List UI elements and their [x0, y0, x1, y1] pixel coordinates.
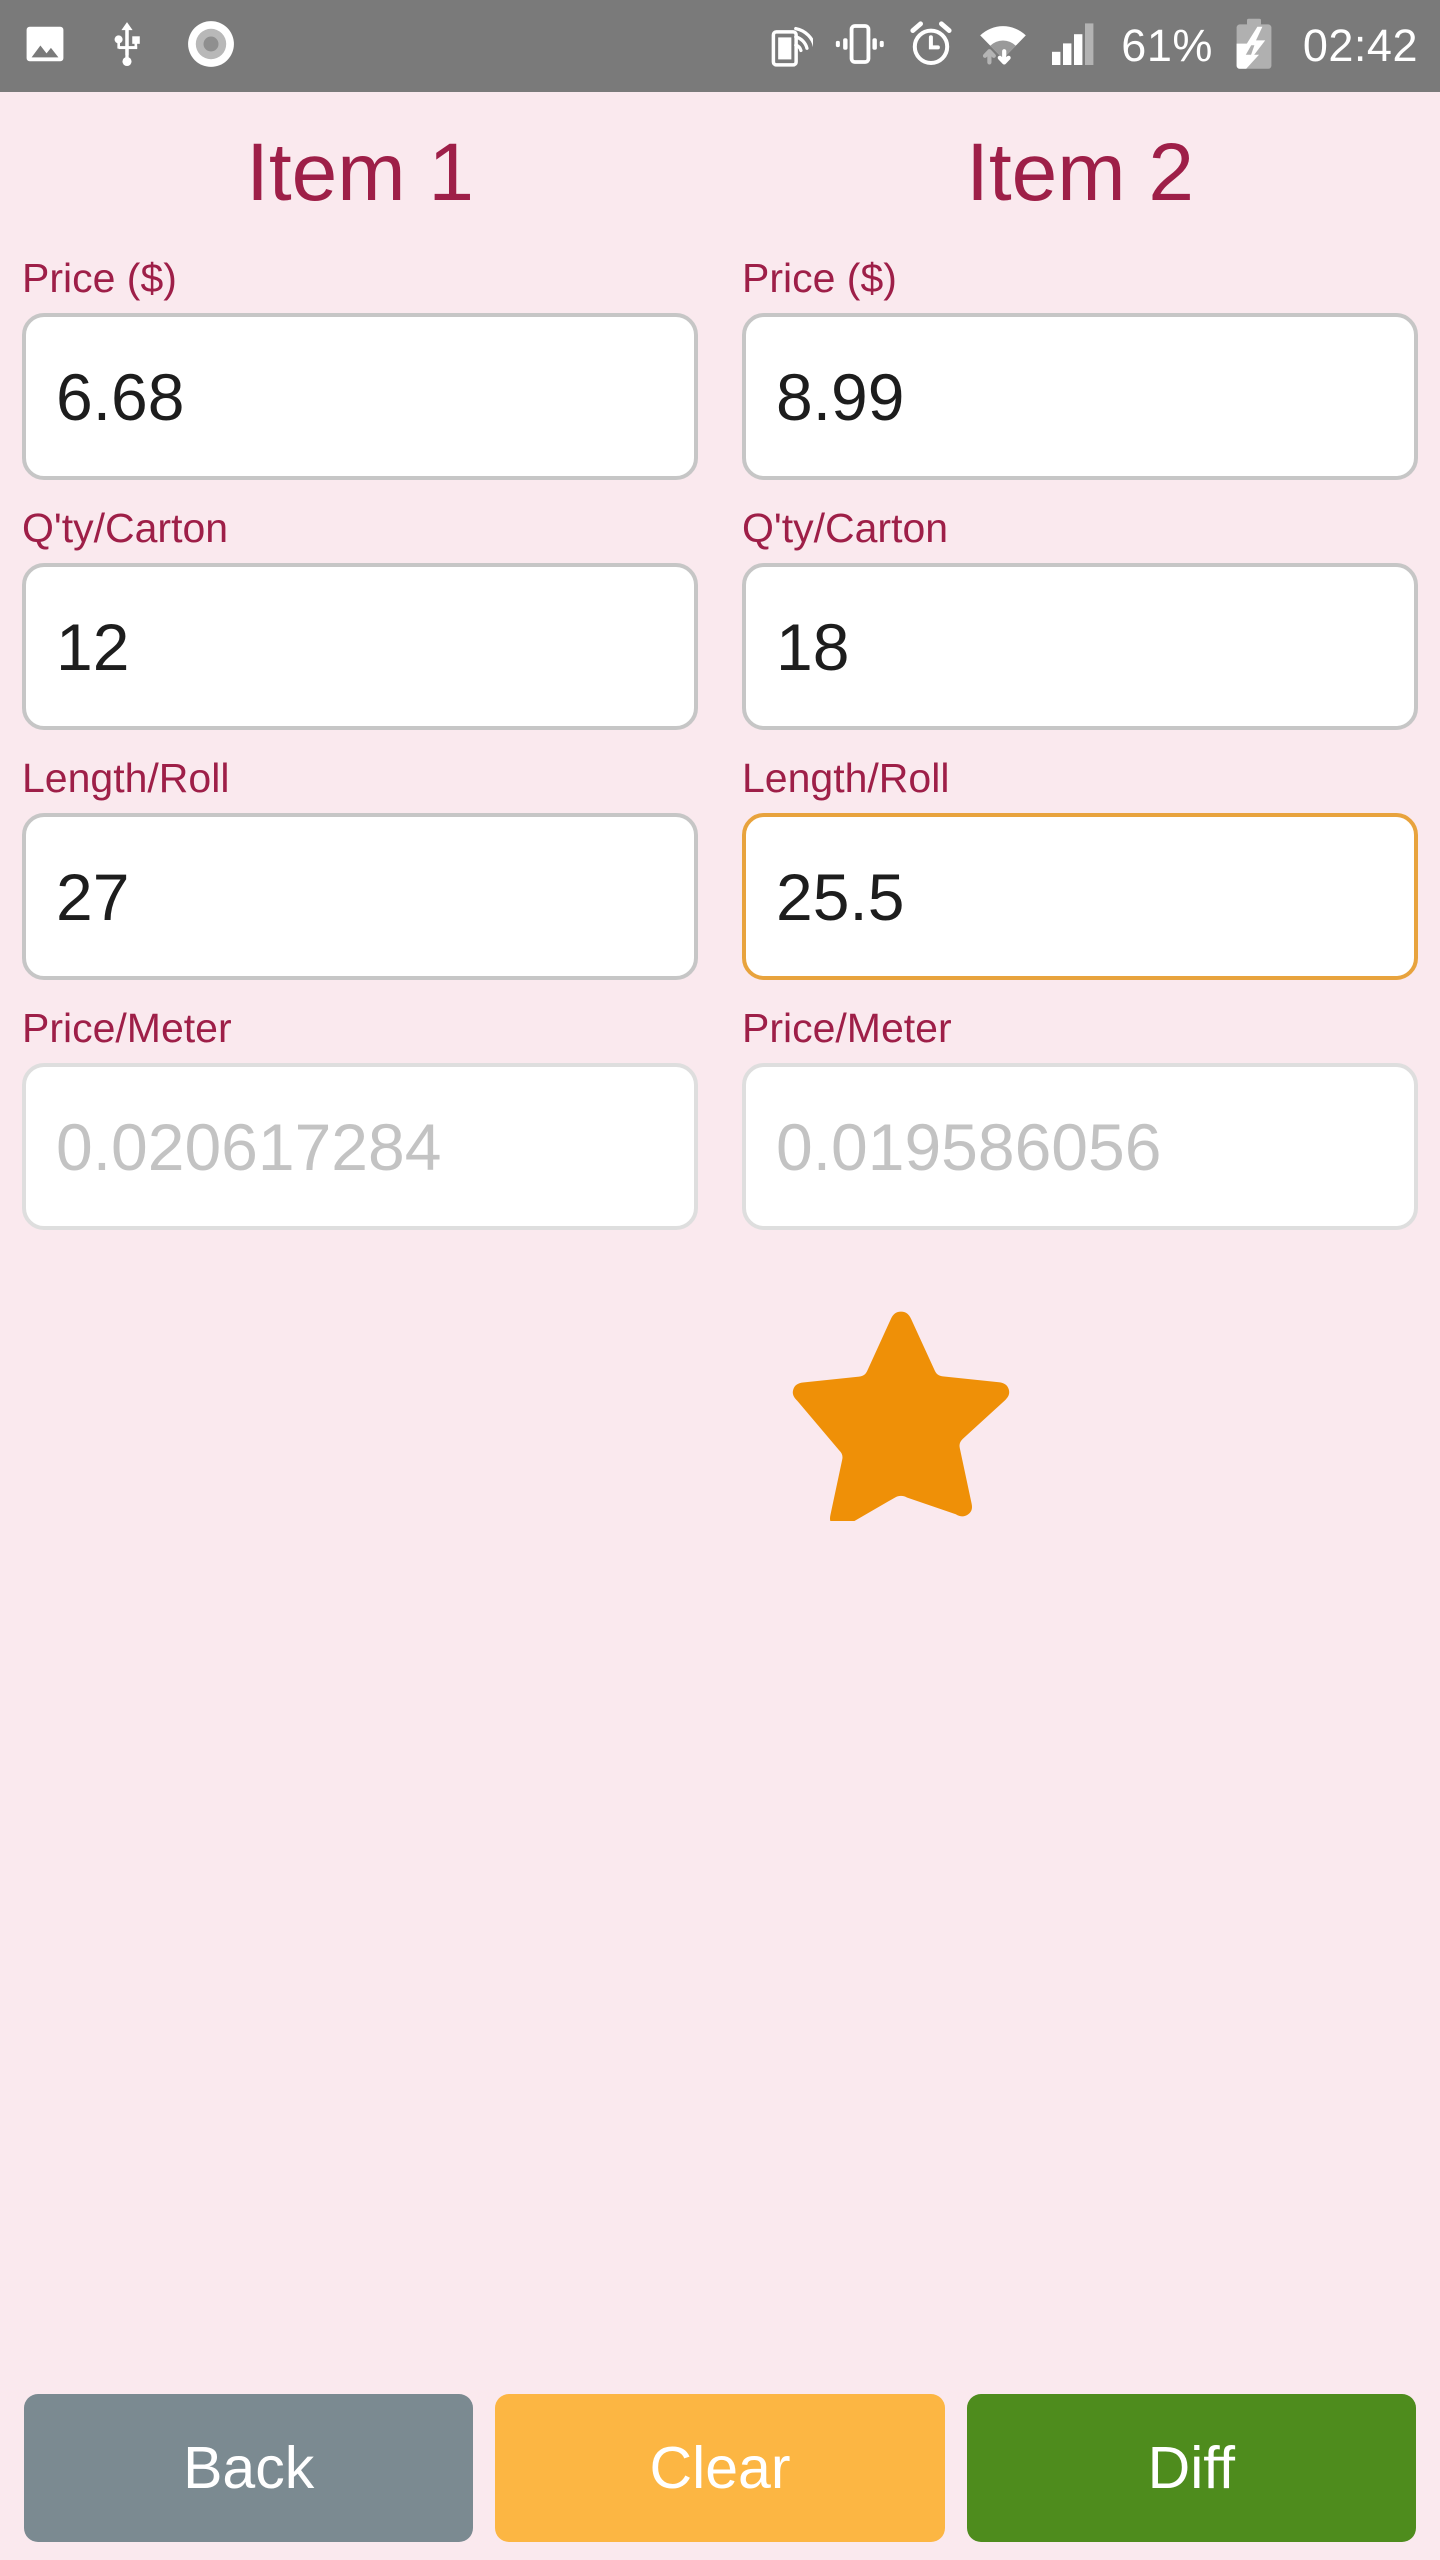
status-bar-right-icons: 61% 02:42: [769, 18, 1418, 75]
winner-indicator-row: [0, 1258, 1440, 1528]
item-1-column: Item 1 Price ($) 6.68 Q'ty/Carton 12 Len…: [22, 92, 698, 1258]
item-1-length-roll-input[interactable]: 27: [22, 813, 698, 980]
cast-screen-icon: [769, 20, 817, 73]
usb-icon: [106, 21, 148, 72]
item-1-title: Item 1: [246, 127, 474, 218]
item-1-field-qty-carton: Q'ty/Carton 12: [22, 508, 698, 730]
status-bar: 61% 02:42: [0, 0, 1440, 92]
status-bar-left-icons: [22, 19, 236, 74]
vibrate-icon: [835, 21, 885, 72]
item-2-winner-star: [786, 1306, 1016, 1528]
image-icon: [22, 21, 68, 72]
item-1-price-meter-input: 0.020617284: [22, 1063, 698, 1230]
item-2-price-meter-label: Price/Meter: [742, 1005, 952, 1051]
item-2-qty-carton-label: Q'ty/Carton: [742, 505, 949, 551]
item-1-price-input[interactable]: 6.68: [22, 313, 698, 480]
item-1-price-meter-label: Price/Meter: [22, 1005, 232, 1051]
item-1-length-roll-label: Length/Roll: [22, 755, 230, 801]
action-button-bar: Back Clear Diff: [0, 2394, 1440, 2542]
battery-percent-label: 61%: [1121, 20, 1213, 71]
item-2-length-roll-label: Length/Roll: [742, 755, 950, 801]
item-2-field-qty-carton: Q'ty/Carton 18: [742, 508, 1418, 730]
item-columns: Item 1 Price ($) 6.68 Q'ty/Carton 12 Len…: [0, 92, 1440, 1258]
item-1-field-length-roll: Length/Roll 27: [22, 758, 698, 980]
item-2-field-length-roll: Length/Roll 25.5: [742, 758, 1418, 980]
clock-label: 02:42: [1302, 20, 1418, 71]
item-2-price-label: Price ($): [742, 255, 897, 301]
item-2-field-price: Price ($) 8.99: [742, 258, 1418, 480]
star-icon: [792, 1311, 1010, 1528]
cellular-signal-icon: [1051, 21, 1099, 72]
item-2-price-input[interactable]: 8.99: [742, 313, 1418, 480]
item-2-field-price-meter: Price/Meter 0.019586056: [742, 1008, 1418, 1230]
back-button[interactable]: Back: [24, 2394, 474, 2542]
item-2-column: Item 2 Price ($) 8.99 Q'ty/Carton 18 Len…: [742, 92, 1418, 1258]
item-2-qty-carton-input[interactable]: 18: [742, 563, 1418, 730]
battery-charging-icon: [1235, 18, 1273, 75]
alarm-icon: [907, 20, 955, 73]
item-2-price-meter-input: 0.019586056: [742, 1063, 1418, 1230]
item-1-field-price-meter: Price/Meter 0.020617284: [22, 1008, 698, 1230]
item-1-qty-carton-label: Q'ty/Carton: [22, 505, 229, 551]
diff-button[interactable]: Diff: [966, 2394, 1416, 2542]
item-1-qty-carton-input[interactable]: 12: [22, 563, 698, 730]
main-content: Item 1 Price ($) 6.68 Q'ty/Carton 12 Len…: [0, 92, 1440, 2560]
item-1-field-price: Price ($) 6.68: [22, 258, 698, 480]
item-1-price-label: Price ($): [22, 255, 177, 301]
wifi-icon: [977, 20, 1029, 73]
record-circle-icon: [186, 19, 236, 74]
item-2-length-roll-input[interactable]: 25.5: [742, 813, 1418, 980]
item-2-title: Item 2: [966, 127, 1194, 218]
clear-button[interactable]: Clear: [495, 2394, 945, 2542]
